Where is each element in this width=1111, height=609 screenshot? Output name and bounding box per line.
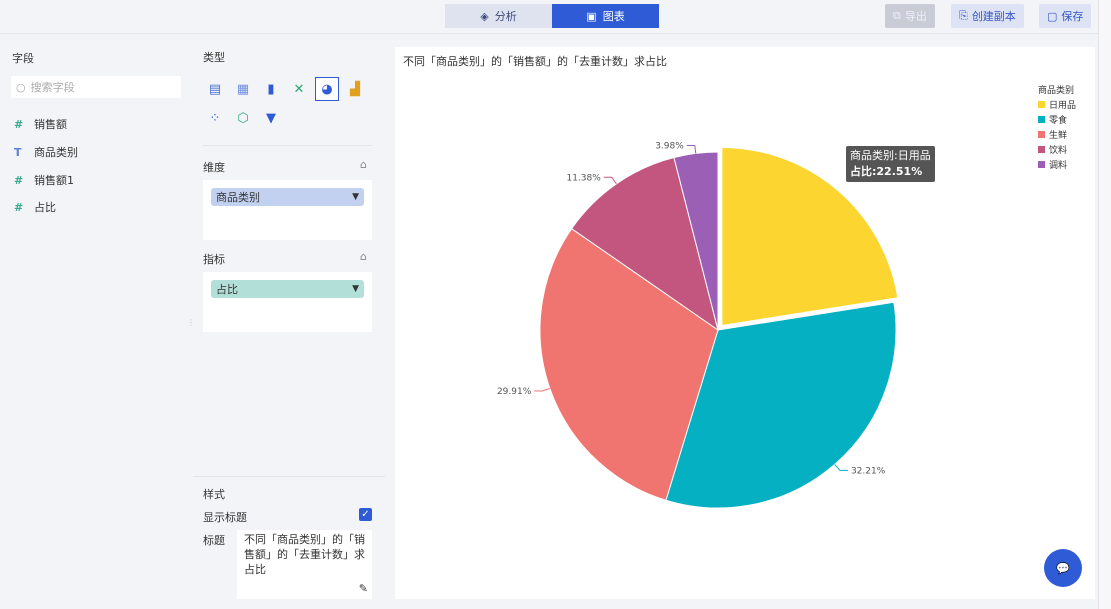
legend-title: 商品类别 <box>1038 86 1075 96</box>
dimension-pill[interactable]: 商品类别 ▼ <box>211 188 364 206</box>
legend-swatch <box>1038 161 1045 168</box>
show-title-label: 显示标题 <box>203 511 247 524</box>
top-bar: ◈ 分析 ▣ 图表 ⧉ 导出 ⎘ 创建副本 ▢ 保存 <box>0 0 1098 34</box>
fields-panel: 字段 ○ 搜索字段 # 销售额 T 商品类别 # 销售额1 # 占比 <box>0 35 186 609</box>
number-icon: # <box>14 200 24 214</box>
field-item[interactable]: # 销售额 <box>14 116 67 132</box>
export-icon: ⧉ <box>893 9 901 22</box>
metric-title: 指标 <box>203 253 225 266</box>
scrollbar[interactable] <box>1098 0 1111 609</box>
config-panel: 类型 ▤ ▦ ▮ ✕ ◕ ▟ ⁘ ⬡ ▼ 维度 ⌂ 商品类别 ▼ 指标 ⌂ 占比 ▼… <box>193 35 385 609</box>
chart-screen-icon: ▣ <box>586 9 597 23</box>
save-icon: ▢ <box>1047 9 1058 23</box>
divider <box>203 145 372 146</box>
radar-chart-icon[interactable]: ⬡ <box>231 106 255 130</box>
legend: 商品类别 日用品零食生鲜饮料调料 <box>1038 83 1076 171</box>
funnel-chart-icon[interactable]: ▼ <box>259 106 283 130</box>
tooltip: 商品类别:日用品 占比:22.51% <box>846 146 935 182</box>
number-icon: # <box>14 117 24 131</box>
legend-swatch <box>1038 146 1045 153</box>
dimension-dropzone[interactable]: 商品类别 ▼ <box>203 180 372 240</box>
copy-icon: ⎘ <box>959 9 968 22</box>
title-textarea[interactable]: 不同「商品类别」的「销售额」的「去重计数」求占比 ✎ <box>237 530 372 599</box>
chat-icon: 💬 <box>1056 561 1070 575</box>
text-icon: T <box>14 145 22 159</box>
legend-item[interactable]: 饮料 <box>1038 143 1076 156</box>
export-button[interactable]: ⧉ 导出 <box>885 4 935 28</box>
title-label: 标题 <box>203 534 225 547</box>
legend-item[interactable]: 日用品 <box>1038 98 1076 111</box>
create-copy-button[interactable]: ⎘ 创建副本 <box>951 4 1024 28</box>
type-title: 类型 <box>203 51 225 64</box>
style-title: 样式 <box>203 488 225 501</box>
combo-chart-icon[interactable]: ▟ <box>343 77 367 101</box>
legend-swatch <box>1038 131 1045 138</box>
table-chart-icon[interactable]: ▤ <box>203 77 227 101</box>
layers-icon: ◈ <box>480 9 489 23</box>
search-icon: ○ <box>16 80 26 94</box>
edit-icon[interactable]: ✎ <box>359 581 368 596</box>
legend-label: 调料 <box>1049 161 1068 171</box>
legend-swatch <box>1038 116 1045 123</box>
bar-chart-icon[interactable]: ▮ <box>259 77 283 101</box>
line-chart-icon[interactable]: ✕ <box>287 77 311 101</box>
caret-down-icon[interactable]: ▼ <box>352 192 359 202</box>
number-icon: # <box>14 173 24 187</box>
chart-title: 不同「商品类别」的「销售额」的「去重计数」求占比 <box>403 55 667 68</box>
save-button[interactable]: ▢ 保存 <box>1039 4 1092 28</box>
legend-item[interactable]: 零食 <box>1038 113 1076 126</box>
tab-chart[interactable]: ▣ 图表 <box>552 4 659 28</box>
tab-analysis[interactable]: ◈ 分析 <box>445 4 552 28</box>
pie-chart-icon[interactable]: ◕ <box>315 77 339 101</box>
chart-area: 不同「商品类别」的「销售额」的「去重计数」求占比 商品类别 日用品零食生鲜饮料调… <box>395 47 1095 599</box>
detail-table-icon[interactable]: ▦ <box>231 77 255 101</box>
legend-label: 日用品 <box>1049 101 1077 111</box>
chat-support-button[interactable]: 💬 <box>1044 549 1082 587</box>
resize-handle[interactable]: ⋮ <box>187 318 195 327</box>
legend-label: 零食 <box>1049 116 1068 126</box>
field-item[interactable]: T 商品类别 <box>14 144 78 160</box>
legend-label: 饮料 <box>1049 146 1068 156</box>
field-item[interactable]: # 占比 <box>14 199 56 215</box>
legend-item[interactable]: 生鲜 <box>1038 128 1076 141</box>
clear-icon[interactable]: ⌂ <box>360 250 367 263</box>
legend-swatch <box>1038 101 1045 108</box>
field-item[interactable]: # 销售额1 <box>14 172 74 188</box>
clear-icon[interactable]: ⌂ <box>360 158 367 171</box>
dimension-title: 维度 <box>203 161 225 174</box>
search-field[interactable]: ○ 搜索字段 <box>11 76 181 98</box>
legend-label: 生鲜 <box>1049 131 1068 141</box>
metric-pill[interactable]: 占比 ▼ <box>211 280 364 298</box>
legend-item[interactable]: 调料 <box>1038 158 1076 171</box>
caret-down-icon[interactable]: ▼ <box>352 284 359 294</box>
fields-title: 字段 <box>12 52 34 65</box>
divider <box>193 476 385 477</box>
scatter-chart-icon[interactable]: ⁘ <box>203 106 227 130</box>
show-title-checkbox[interactable]: ✓ <box>359 508 372 521</box>
metric-dropzone[interactable]: 占比 ▼ <box>203 272 372 332</box>
